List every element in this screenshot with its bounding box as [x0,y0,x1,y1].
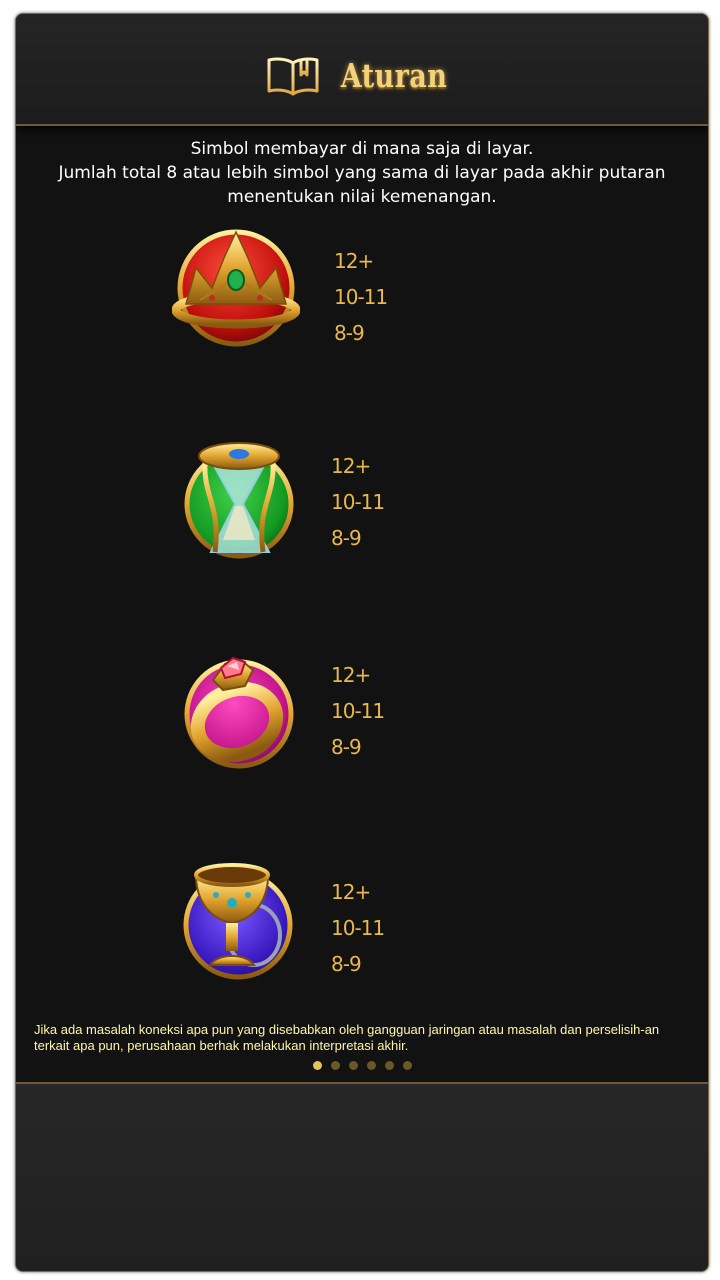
page-dot[interactable] [384,1061,394,1070]
pay-count: 12+ [331,454,371,478]
page-dot[interactable] [366,1061,376,1070]
disclaimer-text: Jika ada masalah koneksi apa pun yang di… [34,1022,660,1053]
title-group: Aturan [16,50,708,100]
page-indicator [16,1061,708,1073]
symbol-row-crown: 12+ 10-11 8-9 [16,221,708,371]
pay-count: 12+ [334,249,374,273]
intro-line: menentukan nilai kemenangan. [227,187,497,207]
pay-count: 12+ [331,880,371,904]
intro-line: Jumlah total 8 atau lebih simbol yang sa… [58,163,666,183]
intro-text: Simbol membayar di mana saja di layar. J… [16,137,708,209]
page-dot-active[interactable] [312,1061,322,1070]
pay-count: 8-9 [331,735,362,759]
symbol-row-ring: 12+ 10-11 8-9 [16,634,708,784]
pay-count: 8-9 [334,321,365,345]
chalice-icon [183,863,293,980]
symbol-row-chalice: 12+ 10-11 8-9 [16,849,708,999]
header-bar: Aturan [16,14,708,126]
bottom-bar [16,1082,708,1271]
page-dot[interactable] [348,1061,358,1070]
rules-panel: Aturan Simbol membayar di mana saja di l… [15,13,709,1272]
pay-count: 10-11 [331,699,385,723]
pay-count: 8-9 [331,526,362,550]
pay-table: 12+ 10-11 8-9 [334,243,388,351]
pay-count: 10-11 [334,285,388,309]
book-icon [267,57,319,96]
hourglass-icon [184,442,294,559]
page-dot[interactable] [330,1061,340,1070]
page-title: Aturan [340,55,448,95]
pay-count: 8-9 [331,952,362,976]
pay-count: 10-11 [331,916,385,940]
pay-table: 12+ 10-11 8-9 [331,657,385,765]
symbol-row-hourglass: 12+ 10-11 8-9 [16,424,708,574]
pay-count: 12+ [331,663,371,687]
intro-line: Simbol membayar di mana saja di layar. [190,139,534,159]
pay-table: 12+ 10-11 8-9 [331,874,385,982]
crown-icon [172,229,300,347]
pay-table: 12+ 10-11 8-9 [331,448,385,556]
page-dot[interactable] [402,1061,412,1070]
ring-icon [184,656,294,769]
pay-count: 10-11 [331,490,385,514]
